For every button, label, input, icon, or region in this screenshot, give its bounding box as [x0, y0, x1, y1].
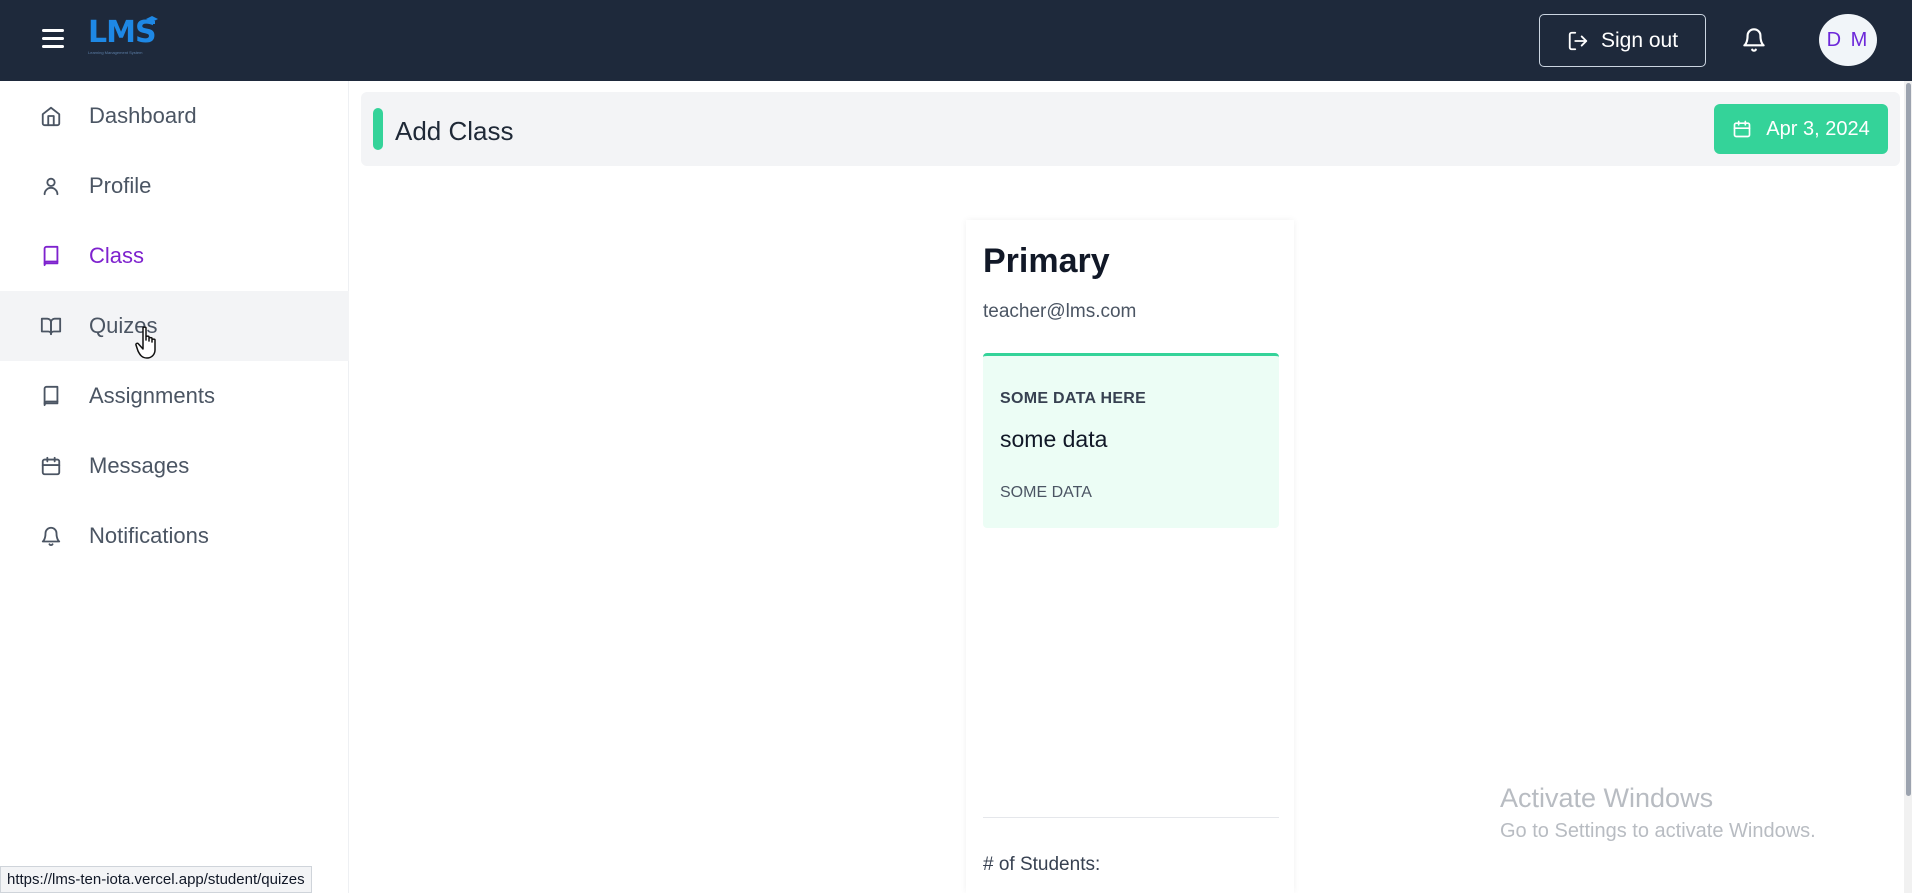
sidebar-item-label: Notifications — [89, 523, 209, 548]
sidebar-item-assignments[interactable]: Assignments — [0, 361, 349, 431]
calendar-icon — [41, 456, 61, 476]
class-title: Primary — [983, 242, 1110, 280]
avatar[interactable]: D M — [1819, 14, 1877, 66]
sign-out-button[interactable]: Sign out — [1539, 14, 1706, 67]
sidebar-item-messages[interactable]: Messages — [0, 431, 349, 501]
menu-icon[interactable] — [42, 29, 64, 49]
calendar-icon — [1733, 120, 1751, 138]
top-navbar: LMS Learning Management System Sign out … — [0, 0, 1912, 81]
watermark-title: Activate Windows — [1500, 783, 1714, 813]
date-badge: Apr 3, 2024 — [1714, 104, 1888, 154]
sidebar-item-label: Messages — [89, 453, 190, 478]
book-open-icon — [40, 317, 62, 336]
sidebar-item-quizes[interactable]: Quizes — [0, 291, 349, 361]
sidebar-item-label: Profile — [89, 173, 152, 198]
info-heading: SOME DATA HERE — [1000, 390, 1147, 407]
sidebar-item-notifications[interactable]: Notifications — [0, 501, 349, 571]
sidebar: Dashboard Profile Class Quizes Assignmen… — [0, 81, 349, 893]
info-box: SOME DATA HERE some data SOME DATA — [983, 353, 1279, 528]
sidebar-item-dashboard[interactable]: Dashboard — [0, 81, 349, 151]
page-title: Add Class — [395, 116, 514, 146]
card-divider — [983, 817, 1279, 818]
sidebar-item-profile[interactable]: Profile — [0, 151, 349, 221]
logo[interactable]: LMS Learning Management System — [88, 16, 160, 64]
info-subtext: SOME DATA — [1000, 484, 1092, 501]
sign-out-icon — [1568, 31, 1588, 50]
scrollbar-thumb[interactable] — [1906, 83, 1911, 796]
activate-windows-watermark: Activate Windows Go to Settings to activ… — [1500, 783, 1816, 843]
home-icon — [41, 106, 61, 127]
book-icon — [43, 245, 59, 267]
teacher-email: teacher@lms.com — [983, 301, 1137, 322]
header-accent-bar — [373, 108, 383, 150]
sign-out-label: Sign out — [1600, 28, 1679, 52]
graduation-cap-icon — [146, 16, 158, 24]
user-icon — [43, 177, 59, 196]
watermark-subtitle: Go to Settings to activate Windows. — [1500, 820, 1816, 842]
students-count-label: # of Students: — [983, 854, 1101, 875]
sidebar-item-class[interactable]: Class — [0, 221, 349, 291]
sidebar-item-label: Class — [89, 243, 145, 268]
book-icon — [43, 385, 59, 407]
info-value: some data — [1000, 426, 1108, 452]
page-header: Add Class Apr 3, 2024 — [361, 92, 1900, 166]
vertical-scrollbar[interactable] — [1904, 81, 1912, 893]
notification-bell-icon[interactable] — [1741, 25, 1767, 55]
class-card[interactable]: Primary teacher@lms.com SOME DATA HERE s… — [966, 220, 1294, 893]
hand-pointer-cursor-icon — [135, 326, 156, 359]
sidebar-item-label: Assignments — [89, 383, 215, 408]
status-bar-url: https://lms-ten-iota.vercel.app/student/… — [0, 866, 312, 893]
bell-icon — [41, 526, 61, 547]
logo-subtitle: Learning Management System — [88, 50, 143, 55]
sidebar-item-label: Dashboard — [89, 103, 197, 128]
date-text: Apr 3, 2024 — [1766, 117, 1870, 140]
